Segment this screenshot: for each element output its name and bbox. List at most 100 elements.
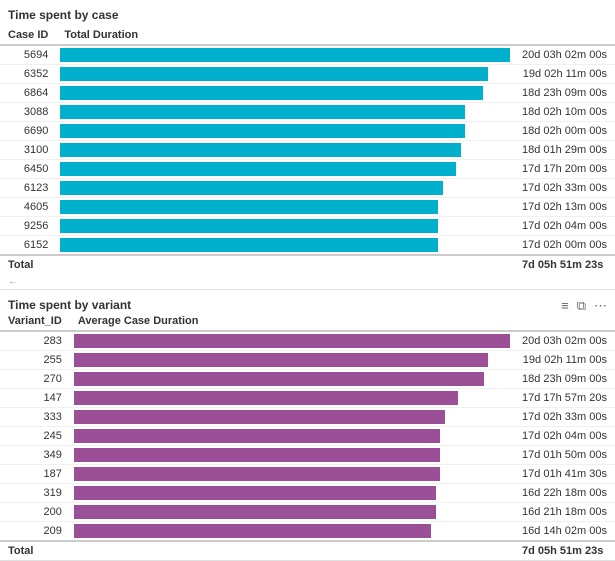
col-variant-id: Variant_ID xyxy=(0,312,70,331)
table-row: 147 17d 17h 57m 20s xyxy=(0,389,615,408)
bar-cell xyxy=(70,465,514,484)
filter-icon[interactable]: ≡ xyxy=(561,299,569,312)
duration-cell: 17d 01h 50m 00s xyxy=(514,446,615,465)
case-id-cell: 6152 xyxy=(0,236,56,256)
variant-id-cell: 283 xyxy=(0,331,70,351)
duration-cell: 19d 02h 11m 00s xyxy=(514,65,615,84)
section1-header-row: Case ID Total Duration xyxy=(0,26,615,45)
section2-toolbar: ≡ ⧉ ⋯ xyxy=(561,299,607,312)
section-time-spent-by-case: Time spent by case Case ID Total Duratio… xyxy=(0,0,615,290)
table-row: 6352 19d 02h 11m 00s xyxy=(0,65,615,84)
bar-cell xyxy=(70,370,514,389)
table-row: 319 16d 22h 18m 00s xyxy=(0,484,615,503)
duration-cell: 18d 23h 09m 00s xyxy=(514,84,615,103)
section1-table-container: Case ID Total Duration 5694 20d 03h 02m … xyxy=(0,26,615,274)
bar-cell xyxy=(70,427,514,446)
bar-cell xyxy=(56,65,514,84)
table-row: 333 17d 02h 33m 00s xyxy=(0,408,615,427)
bar-cell xyxy=(56,45,514,65)
case-id-cell: 6352 xyxy=(0,65,56,84)
variant-id-cell: 255 xyxy=(0,351,70,370)
expand-icon[interactable]: ⧉ xyxy=(577,299,586,312)
section2-header-row: Variant_ID Average Case Duration xyxy=(0,312,615,331)
table-row: 255 19d 02h 11m 00s xyxy=(0,351,615,370)
more-icon[interactable]: ⋯ xyxy=(594,299,607,312)
case-id-cell: 3100 xyxy=(0,141,56,160)
duration-cell: 17d 17h 57m 20s xyxy=(514,389,615,408)
section2-total-label: Total xyxy=(0,541,70,560)
duration-cell: 20d 03h 02m 00s xyxy=(514,45,615,65)
table-row: 209 16d 14h 02m 00s xyxy=(0,522,615,542)
section2-table: Variant_ID Average Case Duration 283 20d… xyxy=(0,312,615,560)
section1-scroll-hint: ← xyxy=(0,274,615,289)
duration-cell: 18d 23h 09m 00s xyxy=(514,370,615,389)
bar-cell xyxy=(70,408,514,427)
table-row: 270 18d 23h 09m 00s xyxy=(0,370,615,389)
variant-id-cell: 333 xyxy=(0,408,70,427)
duration-cell: 18d 01h 29m 00s xyxy=(514,141,615,160)
case-id-cell: 3088 xyxy=(0,103,56,122)
section-time-spent-by-variant: Time spent by variant ≡ ⧉ ⋯ Variant_ID A… xyxy=(0,290,615,561)
variant-id-cell: 200 xyxy=(0,503,70,522)
duration-cell: 20d 03h 02m 00s xyxy=(514,331,615,351)
bar-cell xyxy=(70,389,514,408)
bar-cell xyxy=(56,122,514,141)
bar-cell xyxy=(56,103,514,122)
case-id-cell: 6450 xyxy=(0,160,56,179)
duration-cell: 17d 02h 13m 00s xyxy=(514,198,615,217)
col-total-duration: Total Duration xyxy=(56,26,615,45)
bar-cell xyxy=(56,179,514,198)
table-row: 245 17d 02h 04m 00s xyxy=(0,427,615,446)
table-row: 3088 18d 02h 10m 00s xyxy=(0,103,615,122)
table-row: 349 17d 01h 50m 00s xyxy=(0,446,615,465)
section1-total-label: Total xyxy=(0,255,56,274)
variant-id-cell: 245 xyxy=(0,427,70,446)
col-avg-duration: Average Case Duration xyxy=(70,312,615,331)
bar-cell xyxy=(56,84,514,103)
table-row: 5694 20d 03h 02m 00s xyxy=(0,45,615,65)
case-id-cell: 6864 xyxy=(0,84,56,103)
duration-cell: 16d 21h 18m 00s xyxy=(514,503,615,522)
duration-cell: 17d 17h 20m 00s xyxy=(514,160,615,179)
section1-total-duration: 7d 05h 51m 23s xyxy=(514,255,615,274)
bar-cell xyxy=(70,331,514,351)
col-case-id: Case ID xyxy=(0,26,56,45)
duration-cell: 17d 02h 04m 00s xyxy=(514,427,615,446)
section2-title: Time spent by variant xyxy=(8,298,131,312)
section1-table: Case ID Total Duration 5694 20d 03h 02m … xyxy=(0,26,615,274)
bar-cell xyxy=(56,141,514,160)
bar-cell xyxy=(56,198,514,217)
section1-title: Time spent by case xyxy=(0,4,615,26)
duration-cell: 17d 01h 41m 30s xyxy=(514,465,615,484)
table-row: 283 20d 03h 02m 00s xyxy=(0,331,615,351)
duration-cell: 16d 22h 18m 00s xyxy=(514,484,615,503)
bar-cell xyxy=(56,160,514,179)
table-row: 6450 17d 17h 20m 00s xyxy=(0,160,615,179)
bar-cell xyxy=(70,503,514,522)
bar-cell xyxy=(56,217,514,236)
variant-id-cell: 270 xyxy=(0,370,70,389)
duration-cell: 18d 02h 10m 00s xyxy=(514,103,615,122)
duration-cell: 16d 14h 02m 00s xyxy=(514,522,615,542)
duration-cell: 19d 02h 11m 00s xyxy=(514,351,615,370)
section2-total-row: Total 7d 05h 51m 23s xyxy=(0,541,615,560)
variant-id-cell: 319 xyxy=(0,484,70,503)
duration-cell: 17d 02h 33m 00s xyxy=(514,408,615,427)
variant-id-cell: 187 xyxy=(0,465,70,484)
case-id-cell: 4605 xyxy=(0,198,56,217)
case-id-cell: 9256 xyxy=(0,217,56,236)
case-id-cell: 6123 xyxy=(0,179,56,198)
duration-cell: 17d 02h 33m 00s xyxy=(514,179,615,198)
case-id-cell: 5694 xyxy=(0,45,56,65)
table-row: 4605 17d 02h 13m 00s xyxy=(0,198,615,217)
section2-table-container: Variant_ID Average Case Duration 283 20d… xyxy=(0,312,615,560)
variant-id-cell: 147 xyxy=(0,389,70,408)
table-row: 6690 18d 02h 00m 00s xyxy=(0,122,615,141)
duration-cell: 17d 02h 04m 00s xyxy=(514,217,615,236)
table-row: 3100 18d 01h 29m 00s xyxy=(0,141,615,160)
section2-total-duration: 7d 05h 51m 23s xyxy=(514,541,615,560)
table-row: 9256 17d 02h 04m 00s xyxy=(0,217,615,236)
table-row: 6864 18d 23h 09m 00s xyxy=(0,84,615,103)
table-row: 187 17d 01h 41m 30s xyxy=(0,465,615,484)
section1-total-row: Total 7d 05h 51m 23s xyxy=(0,255,615,274)
